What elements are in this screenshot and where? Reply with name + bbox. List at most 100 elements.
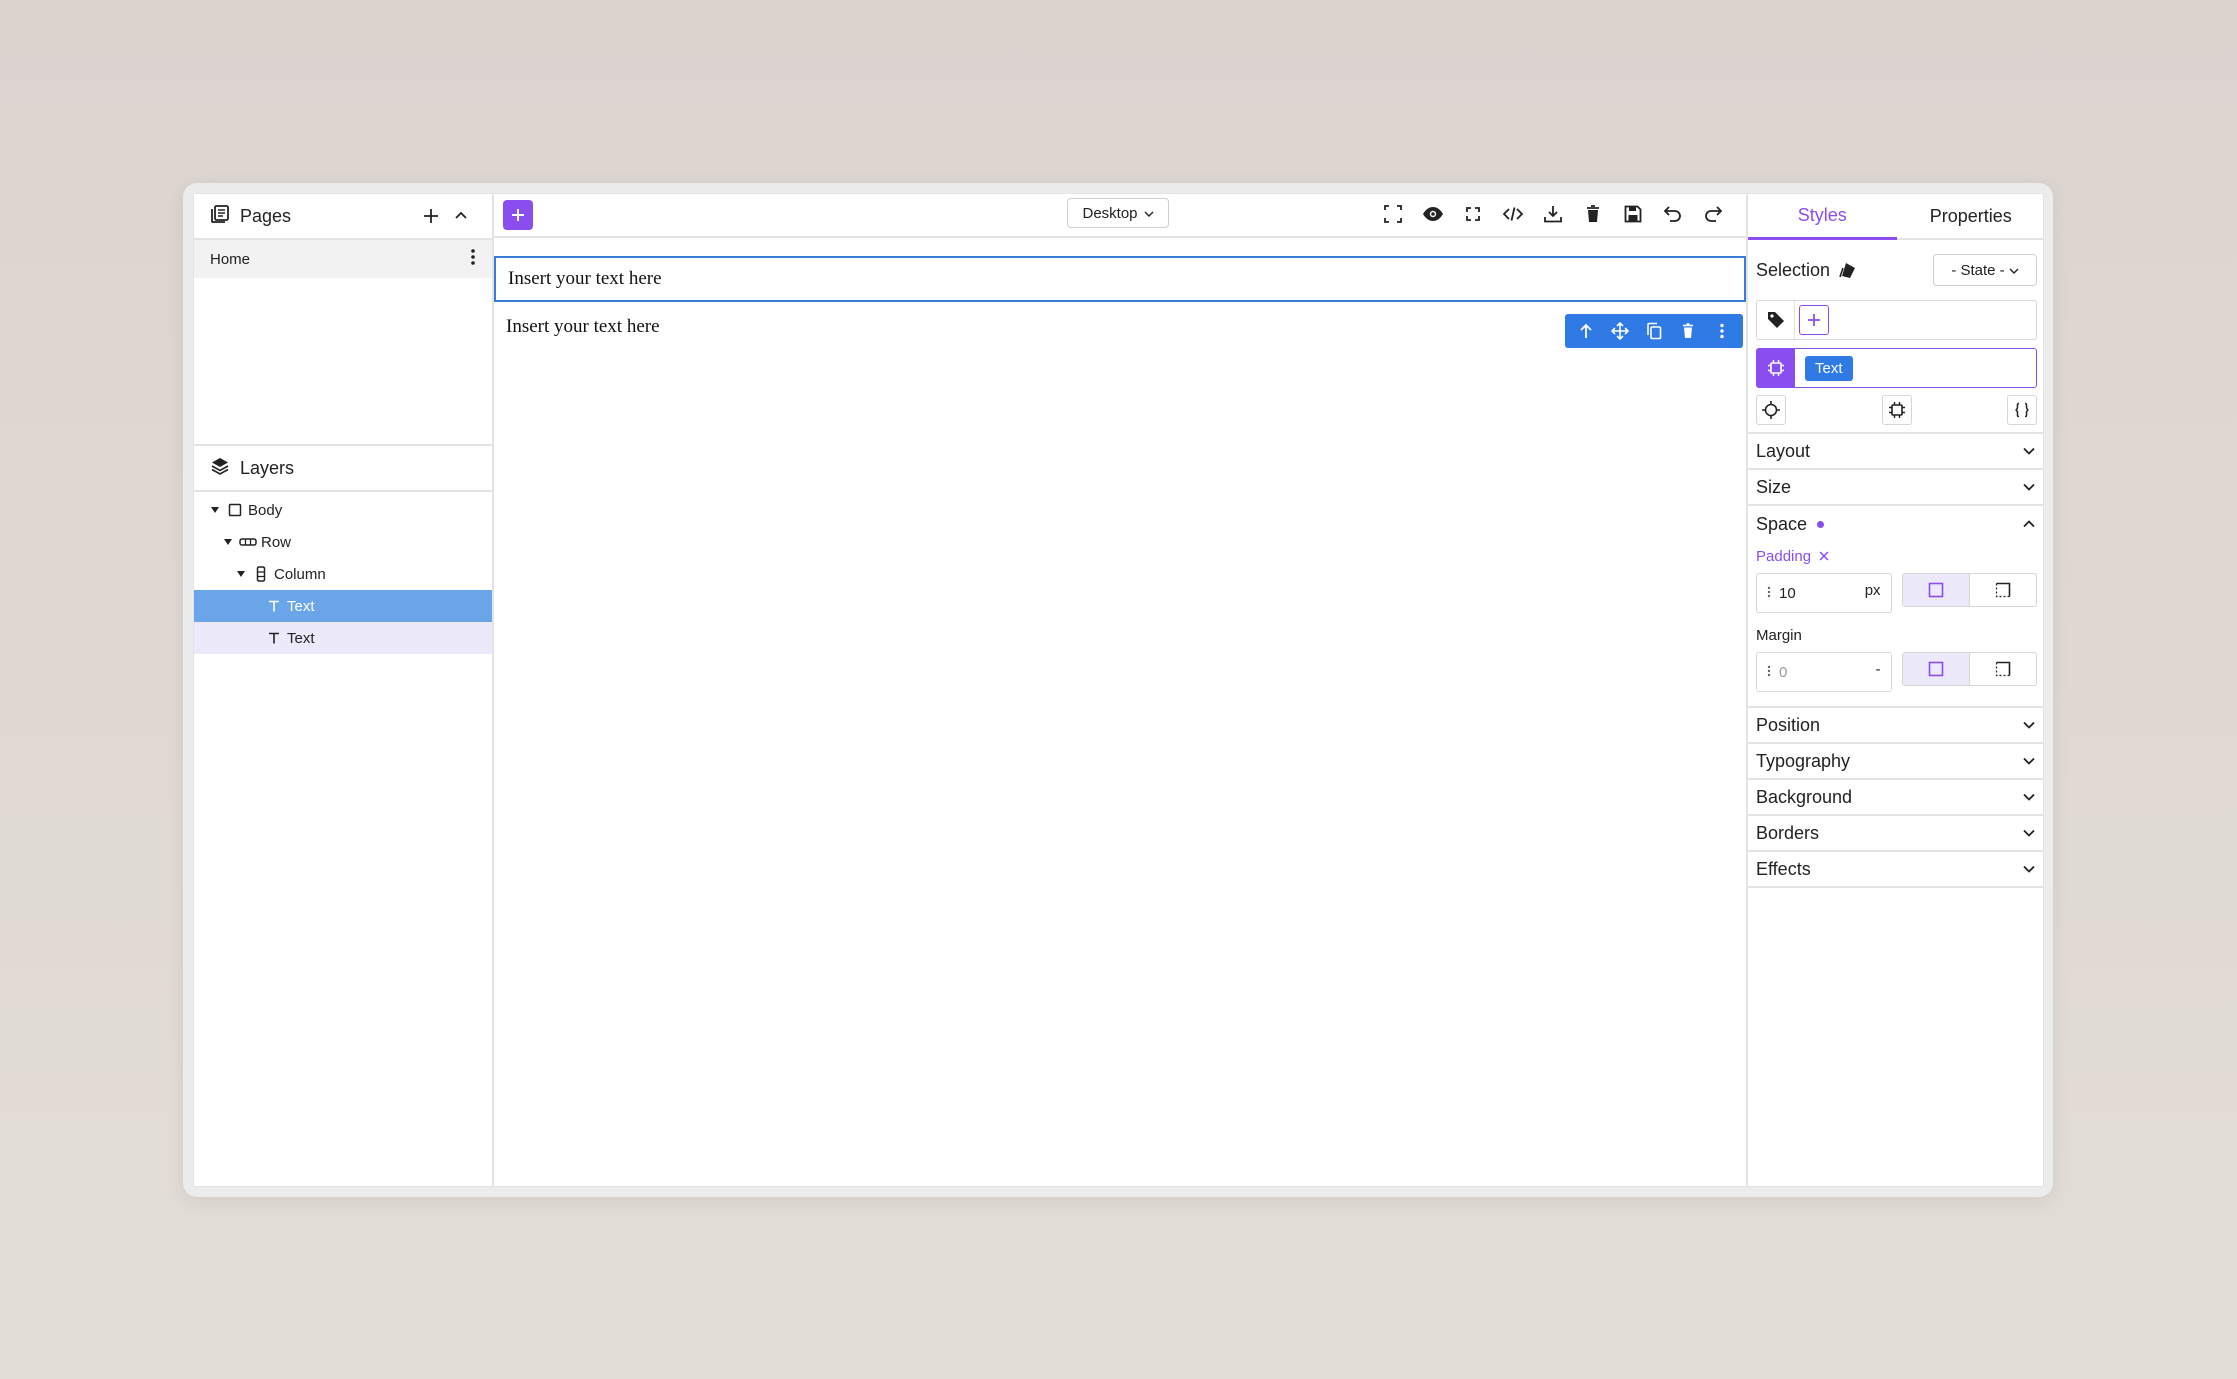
section-label: Space	[1756, 513, 1808, 534]
target-icon[interactable]	[1756, 395, 1786, 425]
sync-styles-icon[interactable]	[1838, 260, 1858, 280]
outline-toggle-icon[interactable]	[1380, 201, 1406, 227]
layer-label: Row	[261, 533, 292, 551]
braces-icon[interactable]	[2007, 395, 2037, 425]
delete-icon[interactable]	[1675, 318, 1701, 344]
padding-input[interactable]: 10 px	[1756, 573, 1892, 613]
text-icon	[265, 632, 283, 644]
canvas-text-block-selected[interactable]: Insert your text here	[494, 256, 1746, 302]
padding-label: Padding	[1756, 548, 1812, 565]
section-label: Layout	[1756, 440, 1811, 461]
layer-column[interactable]: Column	[194, 558, 492, 590]
add-block-button[interactable]	[503, 200, 533, 230]
caret-down-icon[interactable]	[234, 570, 248, 578]
pages-title: Pages	[240, 205, 292, 226]
margin-unit[interactable]: -	[1876, 661, 1881, 678]
layer-text[interactable]: Text	[194, 622, 492, 654]
space-section-body: Padding 10 px Margin 0 -	[1748, 542, 2043, 708]
section-position[interactable]: Position	[1748, 708, 2043, 744]
code-icon[interactable]	[1500, 201, 1526, 227]
section-size[interactable]: Size	[1748, 470, 2043, 506]
pages-list: Home	[194, 240, 492, 446]
collapse-pages-button[interactable]	[446, 201, 476, 231]
section-space[interactable]: Space	[1748, 506, 2043, 542]
selection-toolbar	[1565, 314, 1743, 348]
preview-eye-icon[interactable]	[1420, 201, 1446, 227]
layer-row[interactable]: Row	[194, 526, 492, 558]
section-label: Borders	[1756, 822, 1820, 843]
drag-handle-icon[interactable]	[1767, 585, 1771, 602]
chevron-down-icon	[2023, 721, 2035, 729]
component-icon[interactable]	[1881, 395, 1912, 425]
padding-value[interactable]: 10	[1779, 585, 1865, 602]
top-toolbar: Desktop	[494, 194, 1746, 238]
margin-row: 0 -	[1756, 652, 2037, 692]
download-icon[interactable]	[1540, 201, 1566, 227]
chevron-down-icon	[2023, 757, 2035, 765]
layer-text-selected[interactable]: Text	[194, 590, 492, 622]
section-layout[interactable]: Layout	[1748, 434, 2043, 470]
copy-icon[interactable]	[1641, 318, 1667, 344]
section-label: Background	[1756, 786, 1853, 807]
more-options-icon[interactable]	[1709, 318, 1735, 344]
pages-icon	[210, 204, 230, 229]
all-sides-icon[interactable]	[1902, 574, 1970, 606]
chevron-down-icon	[2023, 447, 2035, 455]
drag-handle-icon[interactable]	[1767, 664, 1771, 681]
state-label: - State -	[1951, 261, 2005, 279]
row-icon	[239, 537, 257, 547]
trash-icon[interactable]	[1580, 201, 1606, 227]
column-icon	[252, 566, 270, 582]
box-icon	[226, 503, 244, 517]
save-icon[interactable]	[1620, 201, 1646, 227]
tab-styles[interactable]: Styles	[1748, 194, 1897, 240]
selection-row: Selection - State -	[1748, 240, 2043, 300]
device-label: Desktop	[1082, 204, 1138, 222]
section-effects[interactable]: Effects	[1748, 852, 2043, 888]
canvas-area: Desktop Insert your text here Insert you…	[494, 194, 1746, 1186]
move-icon[interactable]	[1607, 318, 1633, 344]
redo-icon[interactable]	[1700, 201, 1726, 227]
all-sides-icon[interactable]	[1902, 653, 1970, 685]
left-panel: Pages Home Layers Body Row Column Text T…	[194, 194, 494, 1186]
editor-app: Pages Home Layers Body Row Column Text T…	[193, 193, 2044, 1187]
margin-label-row: Margin	[1756, 627, 2037, 644]
page-item-label: Home	[210, 250, 251, 268]
individual-sides-icon[interactable]	[1970, 574, 2036, 606]
add-class-button[interactable]	[1799, 305, 1829, 335]
layers-icon	[210, 456, 230, 481]
selector-icon	[1757, 349, 1795, 387]
caret-down-icon[interactable]	[221, 538, 235, 546]
selector-field: Text	[1756, 348, 2037, 388]
padding-unit[interactable]: px	[1865, 582, 1881, 599]
canvas-text-block[interactable]: Insert your text here	[494, 304, 672, 350]
panel-tabs: Styles Properties	[1748, 194, 2044, 240]
padding-row: 10 px	[1756, 573, 2037, 613]
modified-indicator	[1817, 520, 1825, 528]
tab-properties[interactable]: Properties	[1897, 194, 2044, 238]
fullscreen-icon[interactable]	[1460, 201, 1486, 227]
layer-label: Text	[287, 629, 315, 647]
padding-mode-toggle	[1901, 573, 2037, 607]
section-label: Effects	[1756, 858, 1811, 879]
page-options-icon[interactable]	[470, 248, 476, 270]
section-borders[interactable]: Borders	[1748, 816, 2043, 852]
margin-input[interactable]: 0 -	[1756, 652, 1892, 692]
chevron-down-icon	[1144, 205, 1154, 222]
selected-component-chip[interactable]: Text	[1805, 355, 1853, 381]
pages-header: Pages	[194, 194, 492, 240]
section-typography[interactable]: Typography	[1748, 744, 2043, 780]
page-item-home[interactable]: Home	[194, 240, 492, 278]
state-select[interactable]: - State -	[1933, 254, 2037, 286]
margin-value[interactable]: 0	[1779, 664, 1876, 681]
undo-icon[interactable]	[1660, 201, 1686, 227]
add-page-button[interactable]	[416, 201, 446, 231]
caret-down-icon[interactable]	[208, 506, 222, 514]
device-select[interactable]: Desktop	[1067, 198, 1169, 228]
layer-body[interactable]: Body	[194, 494, 492, 526]
individual-sides-icon[interactable]	[1970, 653, 2036, 685]
classes-field	[1756, 300, 2037, 340]
select-parent-icon[interactable]	[1573, 318, 1599, 344]
clear-padding-icon[interactable]	[1819, 548, 1829, 565]
section-background[interactable]: Background	[1748, 780, 2043, 816]
